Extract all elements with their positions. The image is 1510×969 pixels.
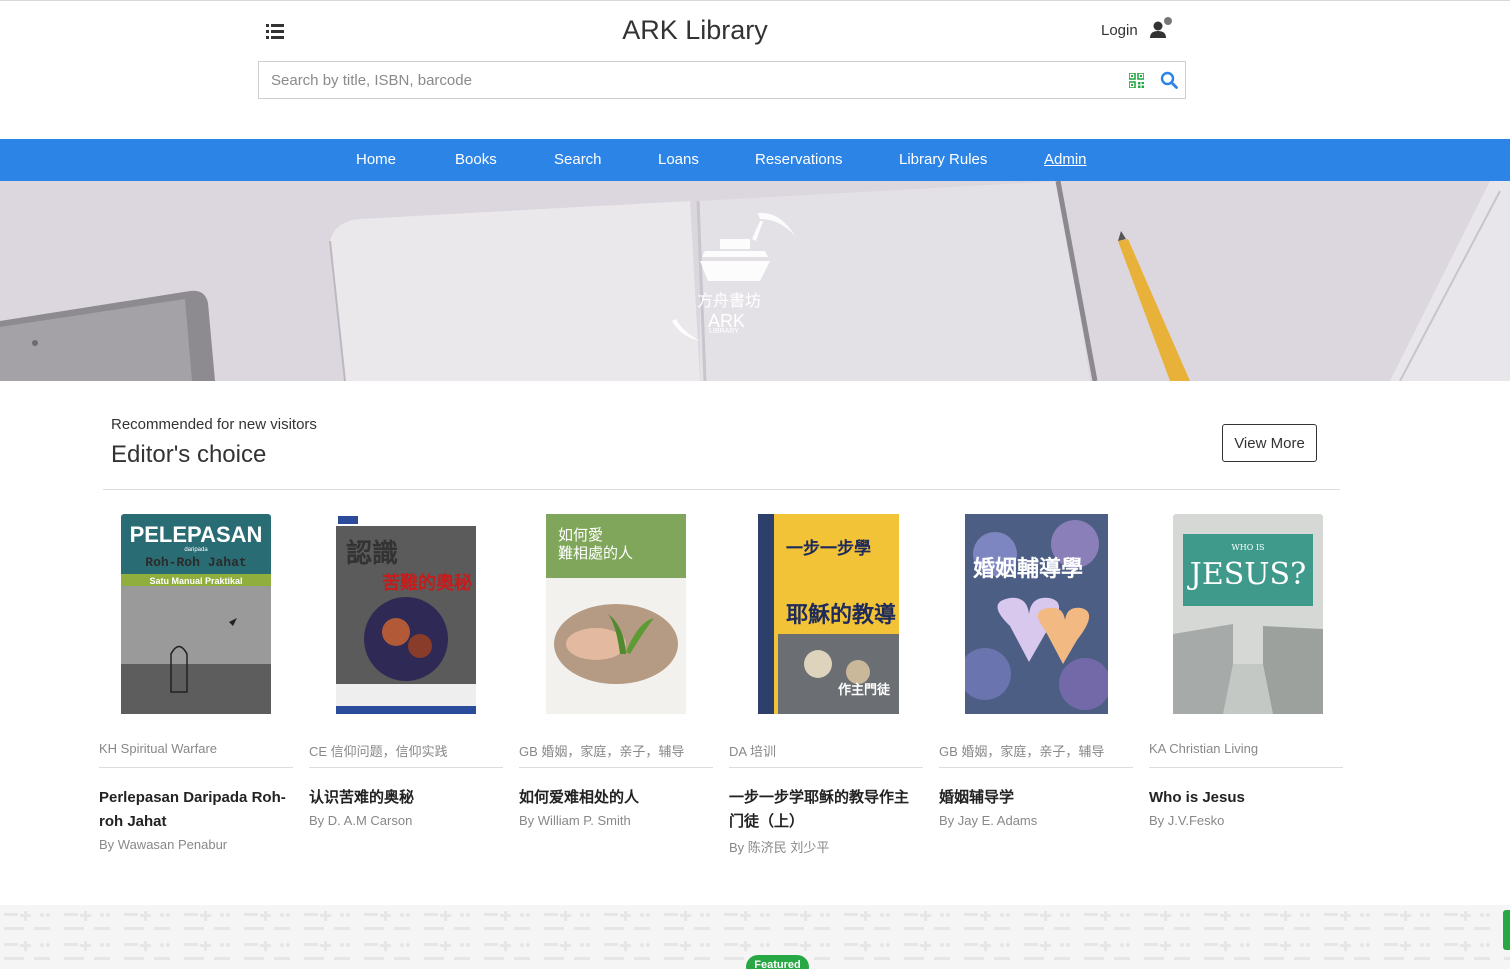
login-link[interactable]: Login — [1101, 22, 1138, 39]
card-divider — [1149, 767, 1343, 768]
book-title[interactable]: 一步一步学耶稣的教导作主门徒（上） — [729, 786, 923, 834]
featured-badge: Featured — [746, 955, 809, 969]
svg-text:WHO IS: WHO IS — [1232, 543, 1265, 552]
svg-text:耶穌的教導: 耶穌的教導 — [786, 602, 896, 628]
banner-logo-subtext: LIBRARY — [709, 328, 739, 335]
book-author: By Wawasan Penabur — [99, 837, 228, 852]
svg-text:Roh-Roh Jahat: Roh-Roh Jahat — [145, 555, 246, 570]
qr-code-scan-icon[interactable] — [1129, 73, 1144, 88]
section-subtitle: Recommended for new visitors — [111, 416, 317, 433]
svg-text:一步一步學: 一步一步學 — [786, 538, 871, 559]
book-cover[interactable]: WHO IS JESUS? — [1173, 514, 1323, 714]
book-cover[interactable]: PELEPASAN daripada Roh-Roh Jahat Satu Ma… — [121, 514, 271, 714]
top-border — [0, 0, 1510, 1]
book-card: 如何愛 難相處的人 GB 婚姻，家庭，亲子，辅导 如何爱难相处的人 By Wil… — [519, 514, 713, 864]
svg-text:如何愛: 如何愛 — [558, 526, 603, 544]
book-cover[interactable]: 一步一步學 耶穌的教導 作主門徒 — [758, 514, 899, 714]
svg-text:PELEPASAN: PELEPASAN — [130, 522, 263, 547]
nav-loans[interactable]: Loans — [658, 151, 699, 168]
svg-text:苦難的奧秘: 苦難的奧秘 — [382, 572, 472, 594]
book-title[interactable]: 认识苦难的奥秘 — [309, 786, 503, 810]
card-divider — [309, 767, 503, 768]
book-cover[interactable]: 如何愛 難相處的人 — [546, 514, 686, 714]
svg-text:難相處的人: 難相處的人 — [558, 544, 633, 562]
svg-text:JESUS?: JESUS? — [1187, 557, 1306, 592]
book-card: 認識 苦難的奧秘 CE 信仰问题，信仰实践 认识苦难的奥秘 By D. A.M … — [309, 514, 503, 864]
banner-logo-chinese: 方舟書坊 — [697, 291, 761, 310]
search-bar — [258, 61, 1186, 99]
book-cover[interactable]: 婚姻輔導學 — [965, 514, 1108, 714]
side-feedback-tab[interactable] — [1503, 910, 1510, 950]
svg-text:婚姻輔導學: 婚姻輔導學 — [973, 556, 1083, 582]
book-title[interactable]: 如何爱难相处的人 — [519, 786, 713, 810]
hero-banner: 方舟書坊 ARK LIBRARY — [0, 181, 1510, 381]
book-category: KA Christian Living — [1149, 741, 1259, 756]
book-category: GB 婚姻，家庭，亲子，辅导 — [519, 744, 685, 759]
book-card: 一步一步學 耶穌的教導 作主門徒 DA 培训 一步一步学耶稣的教导作主门徒（上）… — [729, 514, 923, 864]
book-author: By 陈济民 刘少平 — [729, 840, 830, 855]
section-title: Editor's choice — [111, 441, 267, 468]
view-more-button[interactable]: View More — [1222, 424, 1317, 462]
site-title[interactable]: ARK Library — [0, 15, 1390, 46]
book-author: By J.V.Fesko — [1149, 813, 1225, 828]
book-card: 婚姻輔導學 GB 婚姻，家庭，亲子，辅导 婚姻辅导学 By Jay E. Ada… — [939, 514, 1133, 864]
book-title[interactable]: Who is Jesus — [1149, 786, 1343, 810]
nav-library-rules[interactable]: Library Rules — [899, 151, 987, 168]
nav-home[interactable]: Home — [356, 151, 396, 168]
book-card: PELEPASAN daripada Roh-Roh Jahat Satu Ma… — [99, 514, 293, 864]
card-divider — [99, 767, 293, 768]
banner-background-image: 方舟書坊 ARK LIBRARY — [0, 181, 1510, 381]
book-author: By D. A.M Carson — [309, 813, 413, 828]
book-category: GB 婚姻，家庭，亲子，辅导 — [939, 744, 1105, 759]
nav-books[interactable]: Books — [455, 151, 497, 168]
user-icon[interactable] — [1150, 17, 1176, 43]
book-category: DA 培训 — [729, 744, 776, 759]
search-input[interactable] — [259, 62, 1119, 98]
book-title[interactable]: Perlepasan Daripada Roh-roh Jahat — [99, 786, 293, 834]
svg-text:認識: 認識 — [346, 538, 398, 569]
search-icon[interactable] — [1160, 71, 1178, 89]
card-divider — [729, 767, 923, 768]
nav-search[interactable]: Search — [554, 151, 602, 168]
svg-text:作主門徒: 作主門徒 — [838, 682, 891, 698]
nav-reservations[interactable]: Reservations — [755, 151, 843, 168]
book-card: WHO IS JESUS? KA Christian Living Who is… — [1149, 514, 1343, 864]
main-nav: Home Books Search Loans Reservations Lib… — [0, 139, 1510, 181]
svg-text:daripada: daripada — [184, 547, 208, 553]
svg-text:Satu Manual Praktikal: Satu Manual Praktikal — [149, 576, 242, 586]
card-divider — [939, 767, 1133, 768]
card-divider — [519, 767, 713, 768]
section-divider — [103, 489, 1340, 490]
book-author: By William P. Smith — [519, 813, 631, 828]
book-category: KH Spiritual Warfare — [99, 741, 217, 756]
book-title[interactable]: 婚姻辅导学 — [939, 786, 1133, 810]
book-cover[interactable]: 認識 苦難的奧秘 — [336, 514, 476, 714]
nav-admin[interactable]: Admin — [1044, 151, 1087, 168]
book-category: CE 信仰问题，信仰实践 — [309, 744, 448, 759]
book-author: By Jay E. Adams — [939, 813, 1038, 828]
